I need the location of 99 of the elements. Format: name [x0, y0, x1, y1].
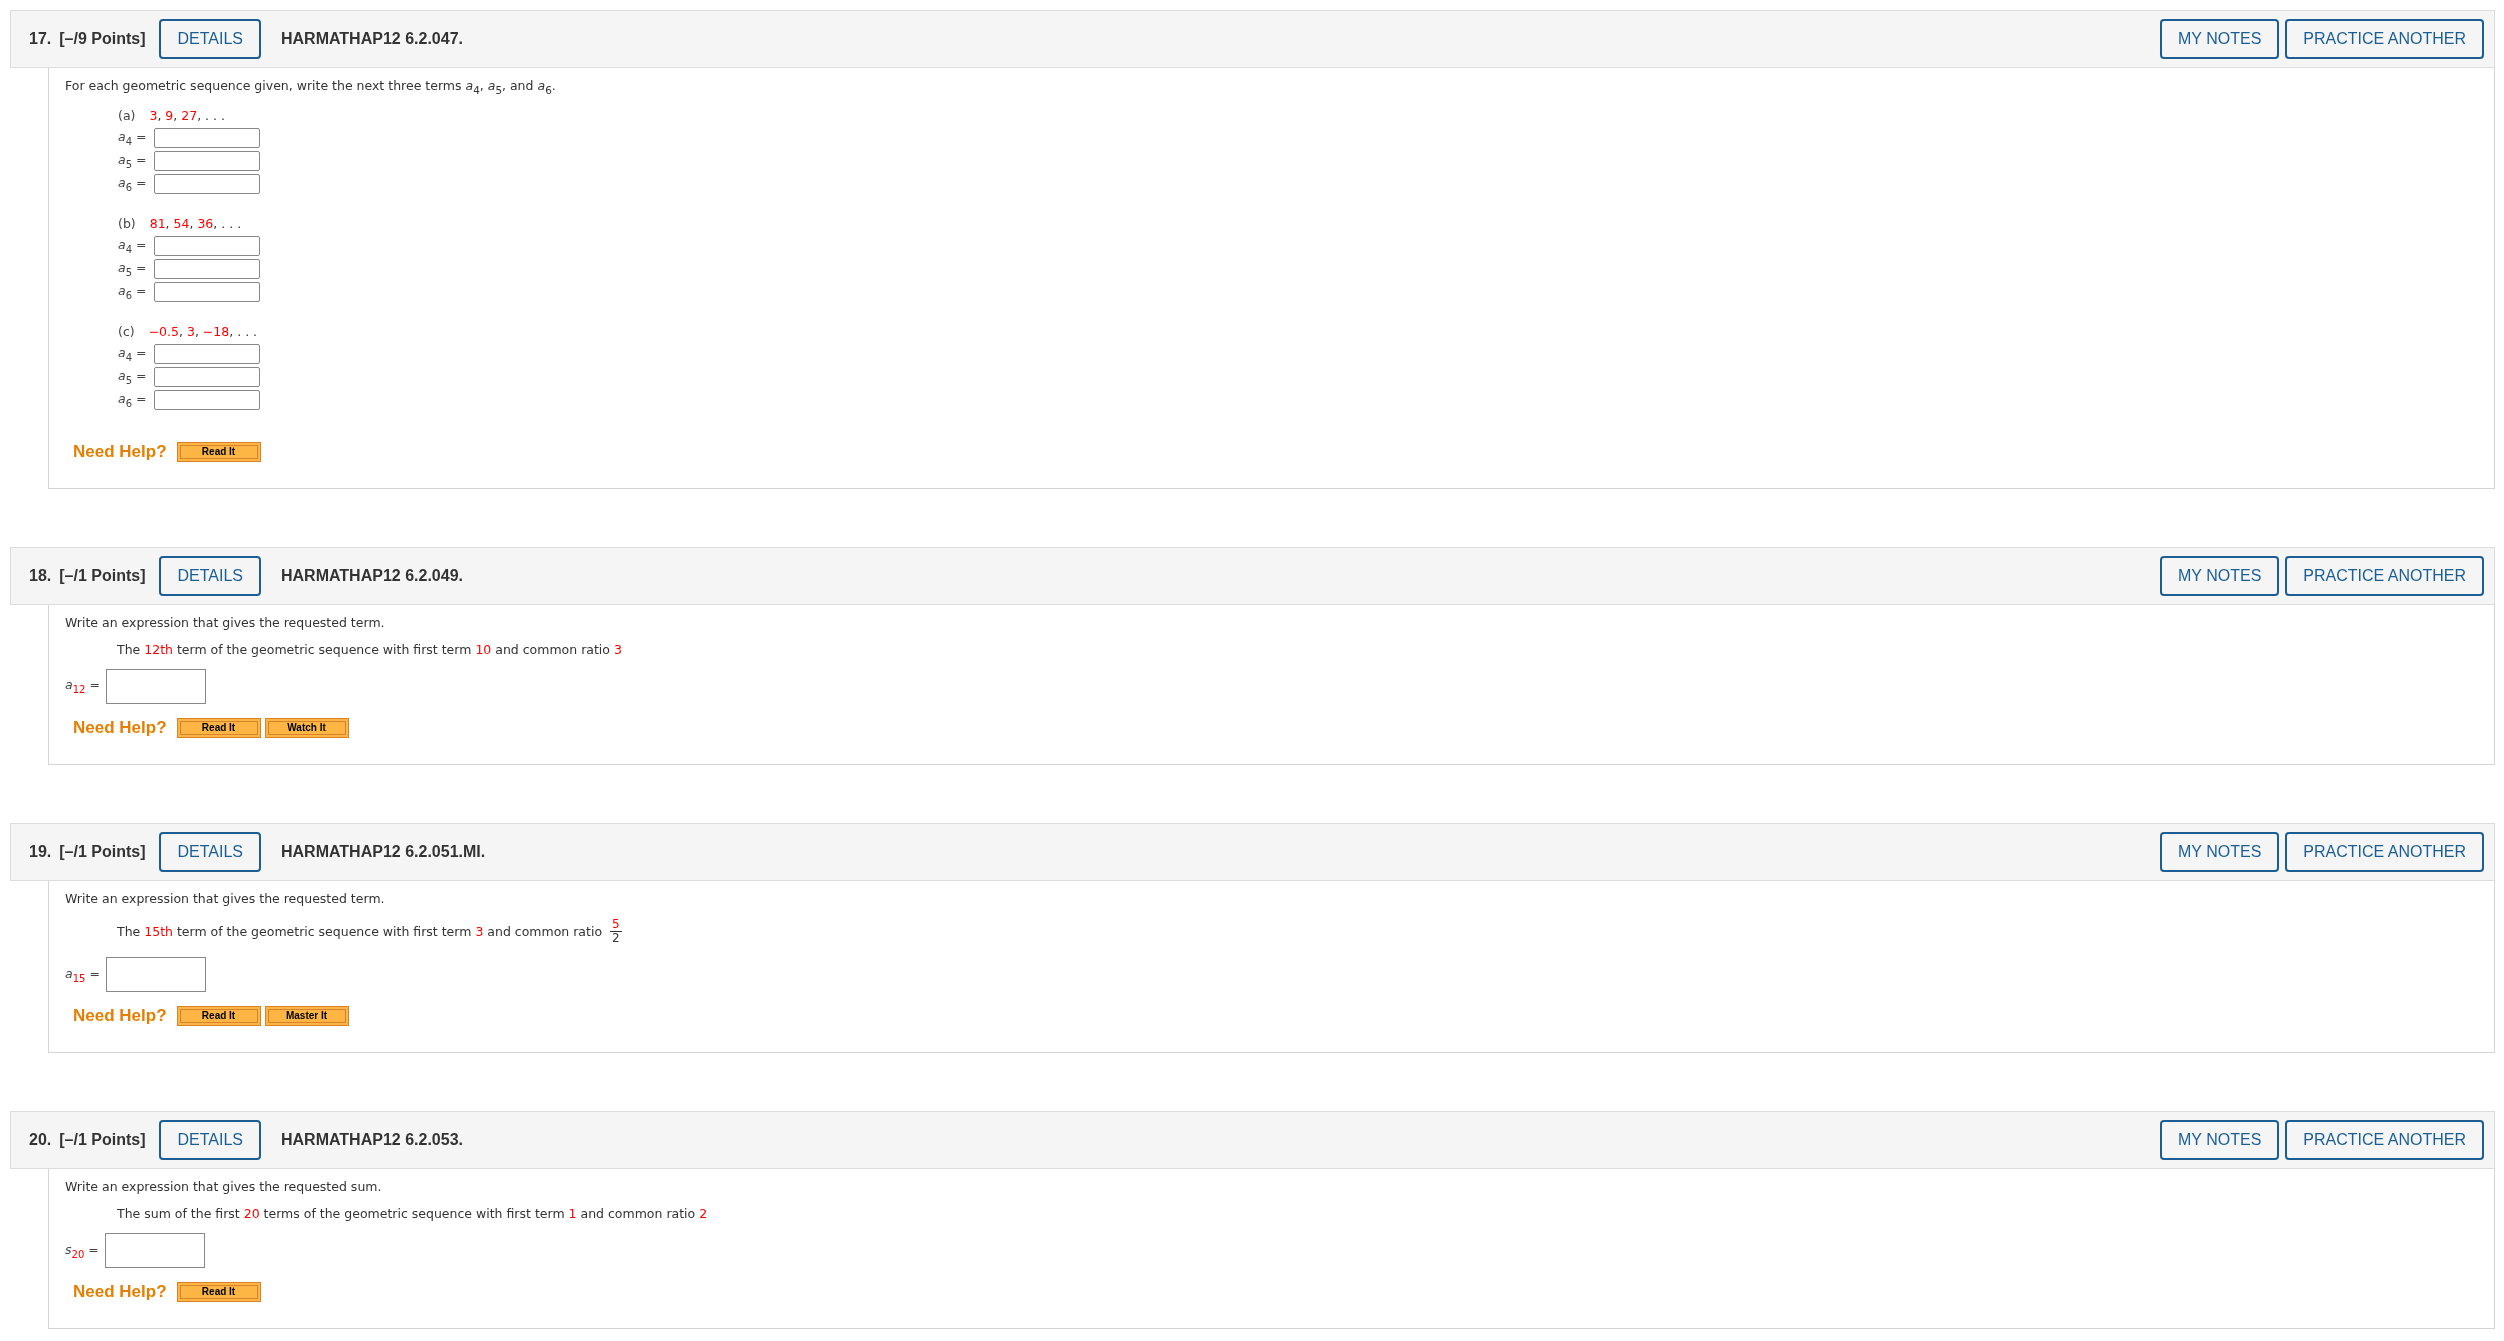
- statement-text: and common ratio: [486, 923, 604, 939]
- help-button[interactable]: Read It: [176, 1005, 261, 1026]
- answer-field[interactable]: [154, 173, 260, 194]
- help-label: Need Help?: [73, 1281, 167, 1302]
- statement-text: −0.5: [148, 323, 179, 339]
- action-button[interactable]: PRACTICE ANOTHER: [2285, 831, 2484, 872]
- statement-text: 3: [186, 323, 195, 339]
- details-button[interactable]: DETAILS: [159, 19, 261, 59]
- help-button[interactable]: Read It: [176, 717, 261, 738]
- answer-label: a$_{4}$ =: [118, 236, 148, 255]
- answer-field[interactable]: [105, 668, 206, 704]
- answer-label: a$_{4}$ =: [118, 344, 148, 363]
- action-button[interactable]: MY NOTES: [2160, 1119, 2280, 1160]
- action-button[interactable]: MY NOTES: [2160, 831, 2280, 872]
- help-label: Need Help?: [73, 717, 167, 738]
- statement-text: 10: [475, 641, 492, 657]
- help-label: Need Help?: [73, 1005, 167, 1026]
- answer-label: a$_{5}$ =: [118, 151, 148, 170]
- statement-text: 2: [699, 1205, 708, 1221]
- statement-text: ,: [157, 107, 163, 123]
- action-button[interactable]: PRACTICE ANOTHER: [2285, 1119, 2484, 1160]
- question-number: 19.: [29, 842, 52, 861]
- statement-text: , . . .: [229, 323, 258, 339]
- question-code: HARMATHAP12 6.2.049.: [281, 566, 463, 585]
- question-prompt: Write an expression that gives the requested term.: [65, 614, 385, 630]
- question-code: HARMATHAP12 6.2.051.MI.: [281, 842, 486, 861]
- question-number: 18.: [29, 566, 52, 585]
- statement-text: 3: [475, 923, 484, 939]
- question-number: 17.: [29, 30, 52, 48]
- action-button[interactable]: MY NOTES: [2160, 555, 2280, 596]
- points-label: [–/9 Points]: [59, 30, 146, 48]
- answer-field[interactable]: [154, 343, 260, 364]
- statement-text: 1: [568, 1205, 577, 1221]
- details-button[interactable]: DETAILS: [159, 1119, 261, 1160]
- answer-field[interactable]: [154, 281, 260, 302]
- statement-text: 3: [149, 107, 158, 123]
- help-button[interactable]: Master It: [264, 1005, 349, 1026]
- statement-text: and common ratio: [494, 641, 611, 657]
- question-prompt: Write an expression that gives the requested term.: [65, 890, 385, 906]
- action-button[interactable]: MY NOTES: [2160, 19, 2280, 59]
- points-label: [–/1 Points]: [59, 1130, 146, 1149]
- action-button[interactable]: PRACTICE ANOTHER: [2285, 19, 2484, 59]
- answer-label: a$_{5}$ =: [118, 367, 148, 386]
- answer-label: a$_{15}$ =: [65, 965, 100, 984]
- answer-label: s$_{20}$ =: [65, 1241, 99, 1260]
- fraction-denominator: 2: [612, 931, 620, 945]
- statement-text: 15th: [144, 923, 173, 939]
- statement-text: term of the geometric sequence with first term: [175, 641, 473, 657]
- answer-field[interactable]: [154, 150, 260, 171]
- answer-label: a$_{12}$ =: [65, 677, 100, 695]
- action-button[interactable]: PRACTICE ANOTHER: [2285, 555, 2484, 596]
- points-label: [–/1 Points]: [59, 842, 146, 861]
- answer-field[interactable]: [104, 1232, 205, 1268]
- question-prompt: Write an expression that gives the requested sum.: [65, 1178, 382, 1194]
- answer-label: a$_{6}$ =: [118, 282, 148, 301]
- question-number: 20.: [29, 1130, 52, 1149]
- answer-field[interactable]: [154, 235, 260, 256]
- statement-text: The: [117, 923, 142, 939]
- help-button[interactable]: Read It: [176, 441, 261, 462]
- answer-field[interactable]: [154, 389, 260, 410]
- question-code: HARMATHAP12 6.2.047.: [281, 30, 463, 48]
- help-button[interactable]: Watch It: [264, 717, 349, 738]
- statement-text: 20: [243, 1205, 260, 1221]
- statement-text: and common ratio: [579, 1205, 697, 1221]
- statement-text: ,: [194, 323, 200, 339]
- answer-label: a$_{6}$ =: [118, 390, 148, 409]
- question-code: HARMATHAP12 6.2.053.: [281, 1130, 463, 1149]
- statement-text: 27: [181, 107, 198, 123]
- part-label: (b): [118, 215, 136, 231]
- details-button[interactable]: DETAILS: [159, 555, 261, 596]
- statement-text: terms of the geometric sequence with first term: [262, 1205, 566, 1221]
- points-label: [–/1 Points]: [59, 566, 146, 585]
- statement-text: , . . .: [197, 107, 225, 123]
- answer-label: a$_{6}$ =: [118, 174, 148, 193]
- statement-text: 81: [149, 215, 166, 231]
- help-button[interactable]: Read It: [176, 1281, 261, 1302]
- question-prompt: For each geometric sequence given, write the next three terms a$_{4}$, a$_{5}$, and a$_{6}$.: [65, 78, 556, 96]
- fraction-numerator: 5: [610, 917, 622, 932]
- statement-text: ,: [179, 323, 184, 339]
- statement-text: 12th: [144, 641, 173, 657]
- answer-field[interactable]: [154, 366, 260, 387]
- statement-text: The sum of the first: [117, 1205, 241, 1221]
- part-label: (a): [118, 107, 136, 123]
- statement-text: ,: [189, 215, 195, 231]
- statement-text: The: [117, 641, 142, 657]
- statement-text: 54: [173, 215, 190, 231]
- part-label: (c): [118, 323, 135, 339]
- statement-text: 3: [613, 641, 622, 657]
- answer-field[interactable]: [105, 956, 206, 992]
- help-label: Need Help?: [73, 441, 167, 462]
- answer-field[interactable]: [154, 127, 260, 148]
- answer-field[interactable]: [154, 258, 260, 279]
- statement-text: term of the geometric sequence with first term: [175, 923, 473, 939]
- details-button[interactable]: DETAILS: [159, 831, 261, 872]
- answer-label: a$_{5}$ =: [118, 259, 148, 278]
- statement-text: ,: [165, 215, 171, 231]
- answer-label: a$_{4}$ =: [118, 128, 148, 147]
- statement-text: , . . .: [213, 215, 242, 231]
- statement-text: ,: [173, 107, 179, 123]
